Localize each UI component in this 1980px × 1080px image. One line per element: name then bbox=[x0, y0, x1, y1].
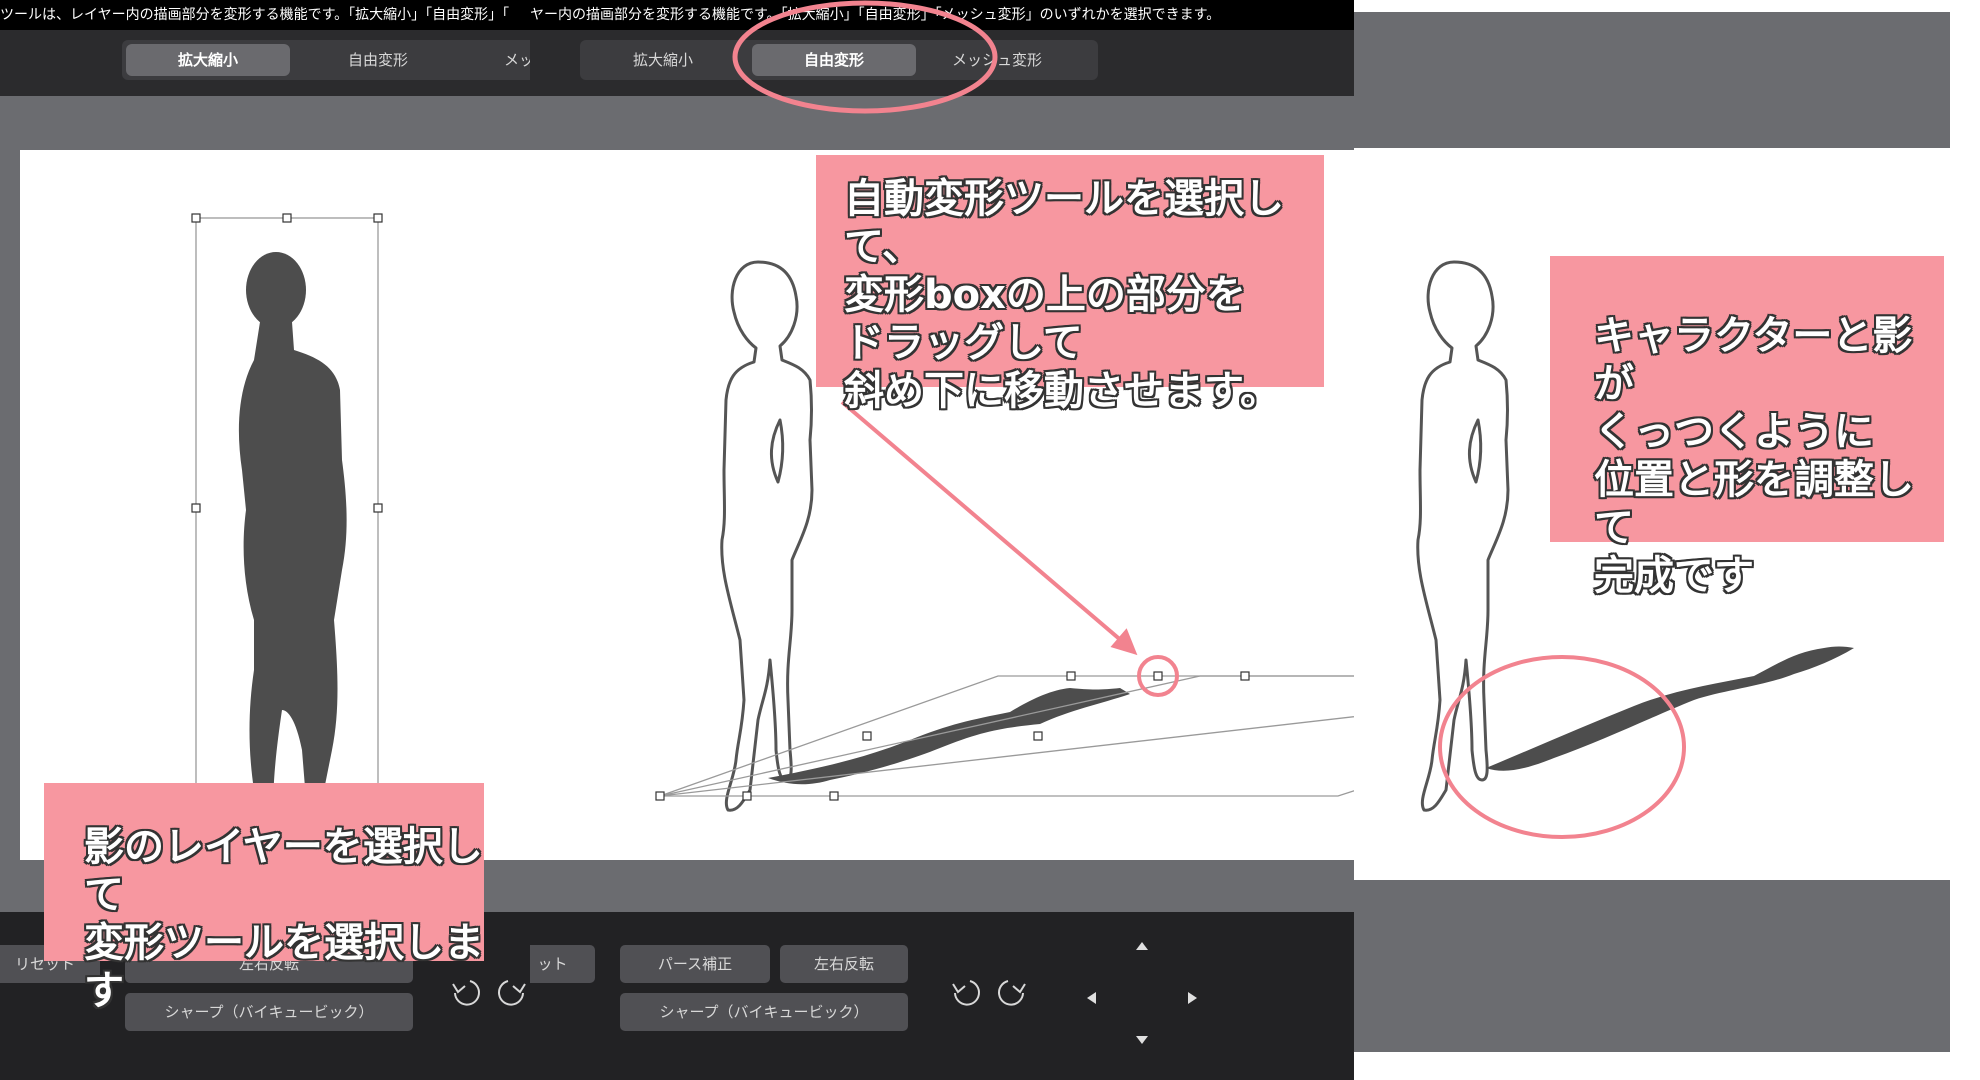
transform-handle bbox=[191, 213, 201, 223]
transform-mode-segment: 拡大縮小 自由変形 メッ bbox=[122, 40, 530, 80]
tab-mesh-transform[interactable]: メッシュ変形 bbox=[922, 44, 1072, 76]
perspective-correction-button[interactable]: パース補正 bbox=[620, 945, 770, 983]
reset-button[interactable]: ット bbox=[530, 945, 595, 983]
instruction-callout-2: 自動変形ツールを選択して、 変形boxの上の部分を ドラッグして 斜め下に移動さ… bbox=[816, 155, 1324, 414]
shadow-silhouette bbox=[230, 252, 347, 860]
top-help-text: ヤー内の描画部分を変形する機能です。「拡大縮小」「自由変形」「メッシュ変形」のい… bbox=[530, 0, 1354, 30]
top-help-text: ツールは、レイヤー内の描画部分を変形する機能です。「拡大縮小」「自由変形」「 bbox=[0, 0, 530, 30]
transform-mode-segment: 拡大縮小 自由変形 メッシュ変形 bbox=[580, 40, 1098, 80]
panel-3: キャラクターと影が くっつくように 位置と形を調整して 完成です bbox=[1354, 0, 1980, 1080]
panel-1: ツールは、レイヤー内の描画部分を変形する機能です。「拡大縮小」「自由変形」「 拡… bbox=[0, 0, 530, 1080]
bottom-gray-strip bbox=[1354, 880, 1950, 1052]
instruction-callout-3: キャラクターと影が くっつくように 位置と形を調整して 完成です bbox=[1550, 256, 1944, 599]
canvas-artwork bbox=[191, 213, 383, 860]
sharp-bicubic-button[interactable]: シャープ（バイキュービック） bbox=[620, 993, 908, 1031]
transform-handle bbox=[373, 213, 383, 223]
tab-scale[interactable]: 拡大縮小 bbox=[588, 44, 738, 76]
panel-2: ヤー内の描画部分を変形する機能です。「拡大縮小」「自由変形」「メッシュ変形」のい… bbox=[530, 0, 1354, 1080]
instruction-callout-1: 影のレイヤーを選択して 変形ツールを選択します bbox=[44, 783, 484, 1014]
transform-handle bbox=[282, 213, 292, 223]
flip-horizontal-button[interactable]: 左右反転 bbox=[780, 945, 908, 983]
tab-bar: 拡大縮小 自由変形 メッシュ変形 bbox=[530, 30, 1354, 96]
sharp-bicubic-button[interactable]: シャープ（バイキュービック） bbox=[125, 993, 413, 1031]
transform-handle bbox=[191, 503, 201, 513]
top-gray-strip bbox=[1354, 12, 1950, 148]
tab-bar: 拡大縮小 自由変形 メッ bbox=[0, 30, 530, 96]
tab-scale[interactable]: 拡大縮小 bbox=[126, 44, 290, 76]
tab-free-transform[interactable]: 自由変形 bbox=[298, 44, 458, 76]
drawing-canvas[interactable] bbox=[20, 150, 530, 860]
transform-handle bbox=[373, 503, 383, 513]
tab-free-transform[interactable]: 自由変形 bbox=[752, 44, 916, 76]
tab-mesh-transform[interactable]: メッ bbox=[462, 44, 530, 76]
